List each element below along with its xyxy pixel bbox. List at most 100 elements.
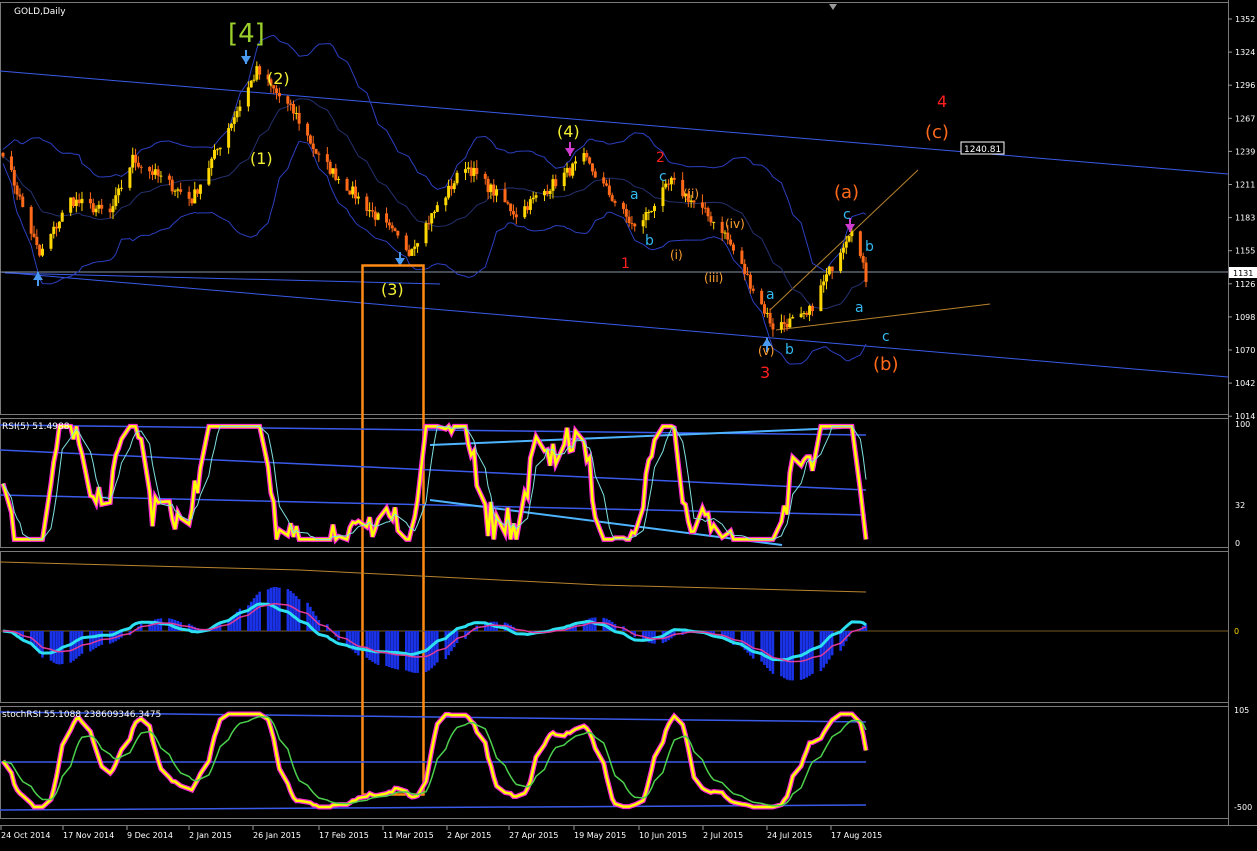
candle-body bbox=[765, 312, 769, 314]
candle-body bbox=[700, 202, 704, 208]
rsi-tick-label: 100 bbox=[1235, 420, 1250, 429]
time-tick-label: 26 Jan 2015 bbox=[253, 831, 301, 840]
candle-body bbox=[345, 178, 349, 191]
candle-body bbox=[218, 147, 222, 150]
wave-label: a bbox=[630, 187, 639, 203]
chart-svg[interactable]: 1352132412961267123912111183115511261098… bbox=[0, 0, 1257, 847]
price-tick-label: 1352 bbox=[1235, 15, 1255, 24]
price-tick-label: 1070 bbox=[1235, 346, 1255, 355]
candle-body bbox=[489, 184, 493, 193]
wave-label: (v) bbox=[758, 344, 774, 358]
candle-body bbox=[509, 203, 513, 212]
candle-body bbox=[779, 322, 783, 330]
candle-body bbox=[190, 198, 194, 204]
candle-body bbox=[554, 179, 558, 187]
time-tick-label: 27 Apr 2015 bbox=[509, 831, 558, 840]
candle-body bbox=[213, 150, 217, 159]
candle-body bbox=[373, 211, 377, 220]
candle-body bbox=[131, 154, 135, 168]
candle-body bbox=[376, 213, 380, 220]
candle-body bbox=[29, 206, 33, 234]
wave-label: b bbox=[785, 342, 794, 358]
candle-body bbox=[511, 211, 515, 215]
stoch-tick-label: -500 bbox=[1234, 803, 1252, 812]
candle-body bbox=[720, 221, 724, 234]
price-tick-label: 1098 bbox=[1235, 313, 1255, 322]
candle-body bbox=[393, 228, 397, 231]
candle-body bbox=[97, 204, 101, 209]
candle-body bbox=[782, 322, 786, 325]
candle-body bbox=[55, 226, 59, 229]
candle-body bbox=[486, 178, 490, 193]
wave-label: a bbox=[855, 300, 864, 316]
candle bbox=[858, 230, 862, 259]
candle-body bbox=[311, 143, 315, 150]
candle-body bbox=[447, 185, 451, 198]
candle-body bbox=[337, 178, 341, 180]
candle-body bbox=[771, 323, 775, 330]
candle-body bbox=[723, 232, 727, 234]
candle-body bbox=[827, 266, 831, 275]
time-tick-label: 19 May 2015 bbox=[574, 831, 626, 840]
candle-body bbox=[139, 166, 143, 168]
time-tick-label: 17 Feb 2015 bbox=[319, 831, 369, 840]
wave-label: c bbox=[882, 329, 890, 345]
candle-body bbox=[641, 220, 645, 227]
candle bbox=[249, 79, 253, 88]
wave-label: (b) bbox=[873, 354, 898, 375]
candle bbox=[308, 134, 312, 145]
rsi-tick-label: 0 bbox=[1235, 539, 1240, 548]
wave-label: 1 bbox=[621, 256, 630, 272]
candle-body bbox=[647, 211, 651, 213]
candle-body bbox=[669, 177, 673, 185]
candle-body bbox=[294, 113, 298, 115]
candle-body bbox=[593, 171, 597, 178]
wave-label: (ii) bbox=[683, 187, 699, 201]
candle-body bbox=[466, 167, 470, 170]
candle bbox=[314, 148, 318, 155]
candle-body bbox=[167, 175, 171, 180]
candle bbox=[760, 288, 764, 305]
candle-body bbox=[427, 223, 431, 225]
candle-body bbox=[847, 236, 851, 242]
time-tick-label: 24 Oct 2014 bbox=[1, 831, 50, 840]
candle-body bbox=[709, 216, 713, 223]
candle-body bbox=[858, 231, 862, 256]
candle-body bbox=[672, 177, 676, 180]
candle-body bbox=[291, 103, 295, 114]
candle-body bbox=[610, 195, 614, 201]
candle-body bbox=[117, 188, 121, 196]
line-price-label: 1240.81 bbox=[964, 145, 1001, 155]
candle-body bbox=[134, 154, 138, 163]
candle-body bbox=[495, 189, 499, 196]
candle-body bbox=[416, 243, 420, 247]
candle-body bbox=[475, 168, 479, 174]
candle-body bbox=[365, 196, 369, 211]
candle-body bbox=[60, 212, 64, 222]
candle bbox=[38, 243, 42, 258]
candle-body bbox=[193, 189, 197, 204]
candle-body bbox=[808, 305, 812, 315]
candle-body bbox=[385, 213, 389, 223]
candle-body bbox=[159, 175, 163, 177]
candle-body bbox=[348, 190, 352, 195]
candle-body bbox=[652, 206, 656, 211]
candle-body bbox=[286, 96, 290, 104]
candle-body bbox=[607, 185, 611, 196]
candle-body bbox=[650, 210, 654, 212]
wave-label: b bbox=[865, 239, 874, 255]
candle bbox=[410, 248, 414, 256]
wave-label: (iii) bbox=[704, 271, 723, 285]
candle-body bbox=[255, 66, 259, 80]
candle-body bbox=[760, 290, 764, 305]
candle-body bbox=[156, 169, 160, 176]
candle-body bbox=[387, 222, 391, 226]
candle-body bbox=[627, 216, 631, 224]
candle-body bbox=[306, 123, 310, 136]
candle bbox=[128, 166, 132, 191]
candle-body bbox=[565, 167, 569, 173]
candle-body bbox=[314, 149, 318, 154]
candle-body bbox=[179, 189, 183, 192]
wave-label: (2) bbox=[267, 69, 290, 88]
candle-body bbox=[229, 123, 233, 129]
